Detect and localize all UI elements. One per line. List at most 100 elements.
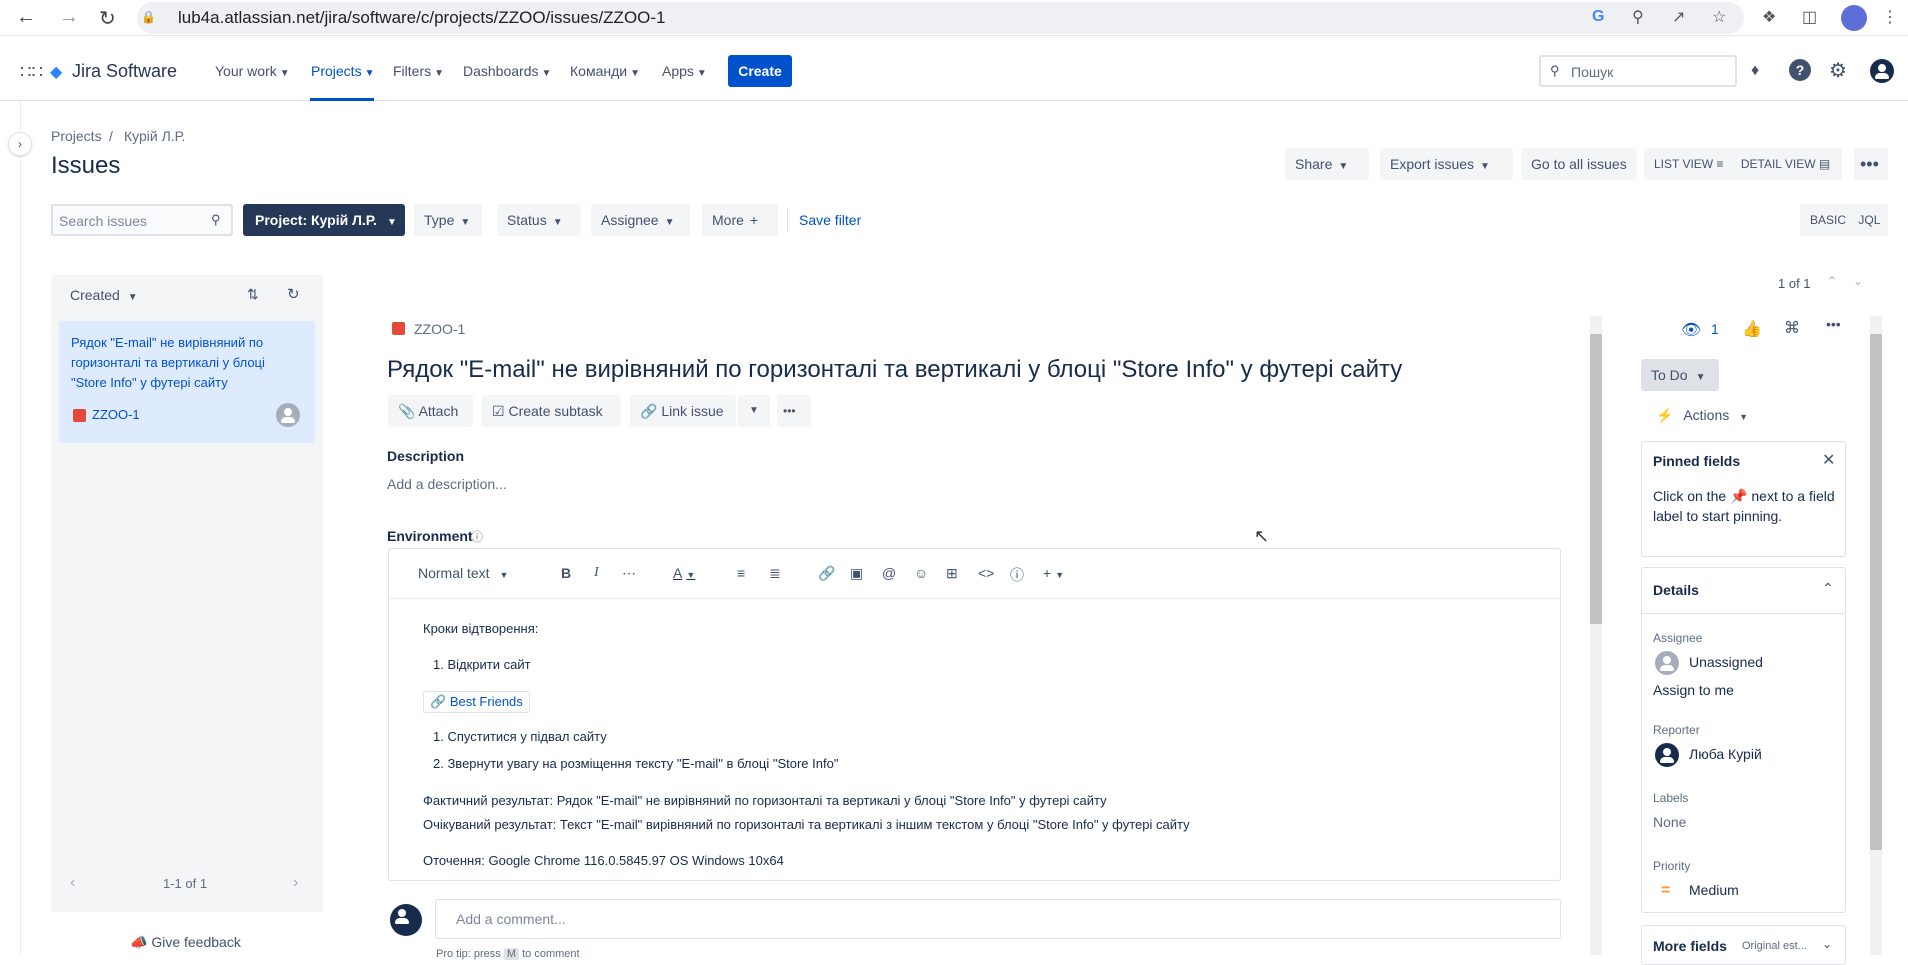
export-issues-button[interactable]: Export issues ▼ bbox=[1380, 148, 1513, 180]
refresh-icon[interactable]: ↻ bbox=[287, 285, 300, 303]
project-filter-button[interactable]: Project: Курій Л.Р. ▼ bbox=[243, 204, 405, 236]
detail-view-button[interactable]: DETAIL VIEW ▤ bbox=[1741, 157, 1830, 171]
next-issue-icon[interactable]: ⌄ bbox=[1853, 274, 1863, 288]
info-panel-icon[interactable]: ⓘ bbox=[1010, 565, 1024, 585]
global-search-input[interactable]: ⚲ Пошук bbox=[1539, 55, 1737, 87]
link-issue-button[interactable]: 🔗 Link issue bbox=[630, 395, 736, 427]
image-icon[interactable]: ▣ bbox=[850, 565, 863, 582]
nav-apps[interactable]: Apps ▼ bbox=[662, 63, 707, 79]
link-issue-dropdown[interactable]: ▼ bbox=[738, 395, 770, 427]
app-switcher-icon[interactable]: ∷∷ bbox=[20, 62, 43, 83]
list-view-button[interactable]: LIST VIEW ≡ bbox=[1654, 157, 1724, 171]
next-page-icon[interactable]: › bbox=[293, 874, 298, 892]
step-scroll-footer: 1. Спуститися у підвал сайту bbox=[433, 729, 607, 744]
bookmark-star-icon[interactable]: ☆ bbox=[1712, 7, 1726, 27]
attach-button[interactable]: 📎 Attach bbox=[388, 395, 473, 427]
italic-icon[interactable]: I bbox=[594, 565, 599, 581]
text-style-dropdown[interactable]: Normal text ▼ bbox=[418, 565, 508, 581]
assign-to-me-link[interactable]: Assign to me bbox=[1653, 682, 1734, 698]
create-button[interactable]: Create bbox=[728, 55, 792, 87]
issue-title[interactable]: Рядок "E-mail" не вирівняний по горизонт… bbox=[387, 356, 1402, 384]
status-dropdown[interactable]: To Do ▼ bbox=[1641, 359, 1719, 391]
basic-mode-button[interactable]: BASIC bbox=[1810, 213, 1846, 227]
issue-more-actions-button[interactable]: ••• bbox=[777, 395, 811, 427]
paperclip-icon: 📎 bbox=[398, 403, 416, 419]
nav-teams[interactable]: Команди ▼ bbox=[570, 63, 640, 79]
sort-created-button[interactable]: Created ▼ bbox=[70, 287, 138, 303]
google-icon[interactable]: G bbox=[1592, 8, 1604, 26]
type-filter-button[interactable]: Type ▼ bbox=[414, 204, 482, 236]
bullet-list-icon[interactable]: ≡ bbox=[737, 565, 745, 581]
side-scrollbar-thumb[interactable] bbox=[1870, 334, 1882, 850]
breadcrumb-projects[interactable]: Projects bbox=[51, 128, 102, 144]
insert-plus-icon[interactable]: + ▼ bbox=[1043, 565, 1064, 581]
previous-issue-icon[interactable]: ⌃ bbox=[1827, 274, 1837, 288]
chevron-up-icon[interactable]: ⌃ bbox=[1822, 580, 1834, 597]
breadcrumb-project[interactable]: Курій Л.Р. bbox=[124, 128, 185, 144]
assignee-value[interactable]: Unassigned bbox=[1689, 654, 1763, 670]
nav-dashboards[interactable]: Dashboards ▼ bbox=[463, 63, 551, 79]
menu-kebab-icon[interactable]: ⋮ bbox=[1882, 7, 1898, 27]
share-page-icon[interactable]: ↗ bbox=[1672, 7, 1685, 27]
back-icon[interactable]: ← bbox=[16, 6, 36, 29]
search-issues-input[interactable]: Search issues ⚲ bbox=[51, 204, 233, 236]
reporter-value[interactable]: Люба Курій bbox=[1689, 746, 1762, 762]
give-feedback-button[interactable]: 📣 Give feedback bbox=[130, 934, 241, 951]
expand-sidebar-button[interactable]: › bbox=[8, 132, 32, 156]
settings-gear-icon[interactable]: ⚙ bbox=[1829, 58, 1847, 83]
reload-icon[interactable]: ↻ bbox=[99, 6, 116, 31]
priority-value[interactable]: Medium bbox=[1689, 882, 1739, 898]
vote-thumbs-up-icon[interactable]: 👍 bbox=[1742, 319, 1762, 339]
product-name[interactable]: Jira Software bbox=[72, 61, 177, 82]
nav-your-work[interactable]: Your work ▼ bbox=[215, 63, 290, 79]
go-to-all-issues-button[interactable]: Go to all issues bbox=[1521, 148, 1637, 180]
sort-order-icon[interactable]: ⇅ bbox=[247, 286, 259, 303]
notifications-icon[interactable]: ♦ bbox=[1751, 62, 1759, 80]
more-fields-panel[interactable]: More fields Original est... ⌄ bbox=[1641, 925, 1846, 965]
share-icon[interactable]: ⌘ bbox=[1784, 318, 1800, 338]
detail-scrollbar-thumb[interactable] bbox=[1590, 334, 1602, 624]
extensions-icon[interactable]: ❖ bbox=[1762, 7, 1776, 27]
emoji-icon[interactable]: ☺ bbox=[914, 565, 928, 581]
jql-mode-button[interactable]: JQL bbox=[1858, 213, 1880, 227]
more-formatting-icon[interactable]: ⋯ bbox=[622, 565, 636, 582]
save-filter-link[interactable]: Save filter bbox=[799, 212, 861, 228]
watch-eye-icon[interactable]: 👁 bbox=[1681, 320, 1701, 340]
previous-page-icon[interactable]: ‹ bbox=[70, 874, 75, 892]
actions-dropdown[interactable]: ⚡ Actions ▼ bbox=[1656, 407, 1748, 424]
status-filter-button[interactable]: Status ▼ bbox=[497, 204, 581, 236]
forward-icon[interactable]: → bbox=[59, 6, 79, 29]
create-subtask-label: Create subtask bbox=[508, 403, 603, 419]
share-button[interactable]: Share ▼ bbox=[1285, 148, 1369, 180]
pinned-fields-text: Click on the 📌 next to a field label to … bbox=[1653, 486, 1838, 526]
text-color-icon[interactable]: A ▼ bbox=[673, 565, 695, 581]
table-icon[interactable]: ⊞ bbox=[946, 565, 958, 582]
more-actions-button[interactable]: ••• bbox=[1854, 148, 1888, 180]
environment-editor[interactable]: Normal text ▼ B I ⋯ A ▼ ≡ ≣ 🔗 ▣ @ ☺ ⊞ <> … bbox=[388, 548, 1561, 881]
bold-icon[interactable]: B bbox=[561, 565, 571, 581]
nav-dashboards-label: Dashboards bbox=[463, 63, 539, 79]
nav-projects[interactable]: Projects ▼ bbox=[311, 63, 374, 79]
help-icon[interactable]: ? bbox=[1789, 59, 1811, 81]
more-dots-icon[interactable]: ••• bbox=[1826, 316, 1841, 332]
mention-icon[interactable]: @ bbox=[882, 565, 896, 581]
code-icon[interactable]: <> bbox=[978, 565, 994, 581]
numbered-list-icon[interactable]: ≣ bbox=[769, 565, 781, 582]
issue-key[interactable]: ZZOO-1 bbox=[414, 321, 465, 337]
labels-value[interactable]: None bbox=[1653, 814, 1686, 830]
best-friends-link-chip[interactable]: 🔗 Best Friends bbox=[423, 691, 530, 713]
comment-input[interactable]: Add a comment... bbox=[435, 899, 1561, 939]
global-search-placeholder: Пошук bbox=[1571, 64, 1614, 80]
more-filters-button[interactable]: More + bbox=[702, 204, 778, 236]
profile-avatar[interactable] bbox=[1841, 5, 1867, 31]
watchers-count[interactable]: 1 bbox=[1711, 321, 1719, 337]
user-avatar[interactable] bbox=[1870, 59, 1894, 83]
assignee-filter-button[interactable]: Assignee ▼ bbox=[591, 204, 690, 236]
close-icon[interactable]: ✕ bbox=[1822, 450, 1835, 470]
create-subtask-button[interactable]: ☑ Create subtask bbox=[482, 395, 621, 427]
zoom-icon[interactable]: ⚲ bbox=[1632, 7, 1644, 27]
side-panel-icon[interactable]: ◫ bbox=[1802, 7, 1817, 27]
link-icon[interactable]: 🔗 bbox=[818, 565, 835, 582]
description-field[interactable]: Add a description... bbox=[387, 476, 507, 492]
nav-filters[interactable]: Filters ▼ bbox=[393, 63, 444, 79]
